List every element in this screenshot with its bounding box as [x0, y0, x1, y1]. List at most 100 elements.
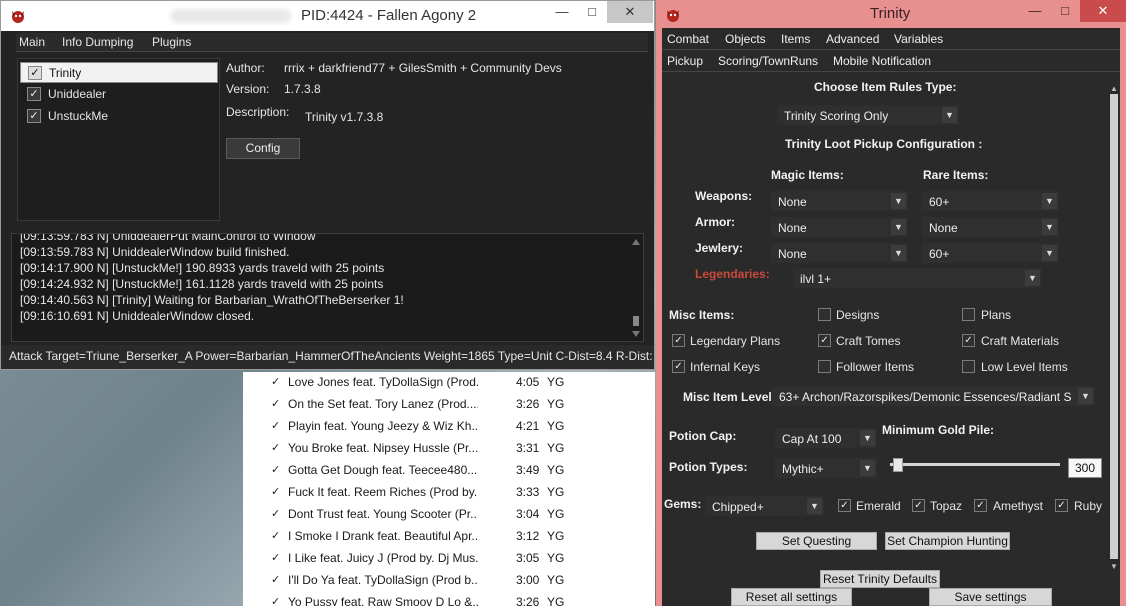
designs-checkbox[interactable]: [818, 308, 831, 321]
maximize-button[interactable]: □: [577, 1, 607, 23]
menu-info-dumping[interactable]: Info Dumping: [62, 35, 133, 49]
plans-checkbox[interactable]: [962, 308, 975, 321]
track-duration: 3:04: [516, 507, 540, 521]
minimize-button[interactable]: —: [1020, 0, 1050, 22]
list-item[interactable]: ✓ Playin feat. Young Jeezy & Wiz Kh... 4:2…: [243, 416, 655, 438]
plugin-checkbox[interactable]: ✓: [28, 66, 42, 80]
check-icon[interactable]: ✓: [271, 398, 283, 410]
reset-trinity-defaults-button[interactable]: Reset Trinity Defaults: [820, 570, 940, 588]
list-item[interactable]: ✓ I Like feat. Juicy J (Prod by. Dj Mus..…: [243, 548, 655, 570]
set-champion-hunting-button[interactable]: Set Champion Hunting: [885, 532, 1010, 550]
log-output[interactable]: [09:13:59.783 N] UniddealerPut MainContr…: [11, 233, 644, 342]
config-button[interactable]: Config: [226, 138, 300, 159]
check-icon[interactable]: ✓: [271, 486, 283, 498]
check-icon[interactable]: ✓: [271, 464, 283, 476]
close-button[interactable]: ✕: [1080, 0, 1126, 22]
potion-cap-dropdown[interactable]: Cap At 100 ▼: [775, 428, 877, 448]
list-item[interactable]: ✓ I'll Do Ya feat. TyDollaSign (Prod b...…: [243, 570, 655, 592]
list-item[interactable]: ✓ I Smoke I Drank feat. Beautiful Apr... 3…: [243, 526, 655, 548]
plugin-item-unstuckme[interactable]: ✓ UnstuckMe: [20, 106, 218, 127]
craft-materials-checkbox[interactable]: ✓: [962, 334, 975, 347]
jewelry-magic-dropdown[interactable]: None ▼: [771, 243, 908, 263]
log-line: [09:14:17.900 N] [UnstuckMe!] 190.8933 y…: [20, 261, 385, 275]
legendaries-label: Legendaries:: [695, 267, 770, 281]
tab-advanced[interactable]: Advanced: [826, 32, 879, 46]
list-item[interactable]: ✓ You Broke feat. Nipsey Hussle (Pr... 3:3…: [243, 438, 655, 460]
check-icon[interactable]: ✓: [271, 376, 283, 388]
tab-scoring-townruns[interactable]: Scoring/TownRuns: [718, 54, 818, 68]
menu-main[interactable]: Main: [19, 35, 45, 49]
min-gold-slider[interactable]: [890, 458, 1060, 474]
slider-thumb[interactable]: [893, 458, 903, 472]
set-questing-button[interactable]: Set Questing: [756, 532, 877, 550]
scroll-thumb[interactable]: [1110, 94, 1118, 559]
list-item[interactable]: ✓ Gotta Get Dough feat. Teecee480... 3:49 Y…: [243, 460, 655, 482]
check-icon[interactable]: ✓: [271, 508, 283, 520]
title-bar[interactable]: PID:4424 - Fallen Agony 2 — □ ✕: [1, 1, 654, 31]
maximize-button[interactable]: □: [1050, 0, 1080, 22]
emerald-checkbox[interactable]: ✓: [838, 499, 851, 512]
weapons-rare-dropdown[interactable]: 60+ ▼: [922, 191, 1059, 211]
check-icon[interactable]: ✓: [271, 530, 283, 542]
ruby-checkbox[interactable]: ✓: [1055, 499, 1068, 512]
plugin-checkbox[interactable]: ✓: [27, 109, 41, 123]
weapons-magic-dropdown[interactable]: None ▼: [771, 191, 908, 211]
check-icon[interactable]: ✓: [271, 442, 283, 454]
check-icon[interactable]: ✓: [271, 574, 283, 586]
low-level-items-checkbox[interactable]: [962, 360, 975, 373]
tab-combat[interactable]: Combat: [667, 32, 709, 46]
check-icon[interactable]: ✓: [271, 420, 283, 432]
armor-rare-dropdown[interactable]: None ▼: [922, 217, 1059, 237]
music-playlist[interactable]: ✓ Love Jones feat. TyDollaSign (Prod... 4:…: [243, 372, 655, 606]
trinity-title-bar[interactable]: Trinity — □ ✕: [656, 0, 1126, 28]
track-artist: YG: [547, 573, 565, 587]
check-icon[interactable]: ✓: [271, 552, 283, 564]
track-artist: YG: [547, 397, 565, 411]
misc-item-level-dropdown[interactable]: 63+ Archon/Razorspikes/Demonic Essences/…: [772, 386, 1095, 406]
tab-pickup[interactable]: Pickup: [667, 54, 703, 68]
gems-dropdown[interactable]: Chipped+ ▼: [705, 496, 824, 516]
amethyst-checkbox[interactable]: ✓: [974, 499, 987, 512]
potion-types-dropdown[interactable]: Mythic+ ▼: [775, 458, 877, 478]
legendaries-dropdown[interactable]: ilvl 1+ ▼: [793, 268, 1042, 288]
min-gold-input[interactable]: 300: [1068, 458, 1102, 478]
tab-items[interactable]: Items: [781, 32, 810, 46]
tab-mobile-notification[interactable]: Mobile Notification: [833, 54, 931, 68]
plugin-checkbox[interactable]: ✓: [27, 87, 41, 101]
plugin-list[interactable]: ✓ Trinity ✓ Uniddealer ✓ UnstuckMe: [17, 58, 220, 221]
list-item[interactable]: ✓ On the Set feat. Tory Lanez (Prod.... 3:…: [243, 394, 655, 416]
track-title: Love Jones feat. TyDollaSign (Prod...: [288, 375, 478, 389]
list-item[interactable]: ✓ Fuck It feat. Reem Riches (Prod by.... 3…: [243, 482, 655, 504]
craft-tomes-checkbox[interactable]: ✓: [818, 334, 831, 347]
legendary-plans-label: Legendary Plans: [690, 334, 781, 348]
rules-type-dropdown[interactable]: Trinity Scoring Only ▼: [777, 105, 959, 125]
menu-plugins[interactable]: Plugins: [152, 35, 191, 49]
close-button[interactable]: ✕: [607, 1, 653, 23]
list-item[interactable]: ✓ Yo Pussy feat. Raw Smoov D Lo &... 3:26 Y…: [243, 592, 655, 606]
scroll-down-icon[interactable]: ▼: [1110, 562, 1118, 571]
infernal-keys-checkbox[interactable]: ✓: [672, 360, 685, 373]
topaz-checkbox[interactable]: ✓: [912, 499, 925, 512]
jewelry-rare-dropdown[interactable]: 60+ ▼: [922, 243, 1059, 263]
legendary-plans-checkbox[interactable]: ✓: [672, 334, 685, 347]
save-settings-button[interactable]: Save settings: [929, 588, 1052, 606]
settings-scrollbar[interactable]: ▲ ▼: [1110, 84, 1118, 604]
minimize-button[interactable]: —: [547, 1, 577, 23]
plugin-label: UnstuckMe: [48, 109, 109, 123]
log-scrollbar[interactable]: [631, 236, 641, 340]
list-item[interactable]: ✓ Love Jones feat. TyDollaSign (Prod... 4:…: [243, 372, 655, 394]
plugin-item-uniddealer[interactable]: ✓ Uniddealer: [20, 84, 218, 105]
track-artist: YG: [547, 595, 565, 606]
scroll-up-icon[interactable]: ▲: [1110, 84, 1118, 93]
reset-all-settings-button[interactable]: Reset all settings: [731, 588, 852, 606]
plugin-item-trinity[interactable]: ✓ Trinity: [20, 62, 218, 83]
tab-objects[interactable]: Objects: [725, 32, 766, 46]
tab-variables[interactable]: Variables: [894, 32, 943, 46]
follower-items-checkbox[interactable]: [818, 360, 831, 373]
gems-label: Gems:: [664, 497, 702, 511]
check-icon[interactable]: ✓: [271, 596, 283, 606]
chevron-down-icon: ▼: [860, 460, 875, 476]
jewelry-label: Jewlery:: [695, 241, 744, 255]
list-item[interactable]: ✓ Dont Trust feat. Young Scooter (Pr... 3:…: [243, 504, 655, 526]
armor-magic-dropdown[interactable]: None ▼: [771, 217, 908, 237]
